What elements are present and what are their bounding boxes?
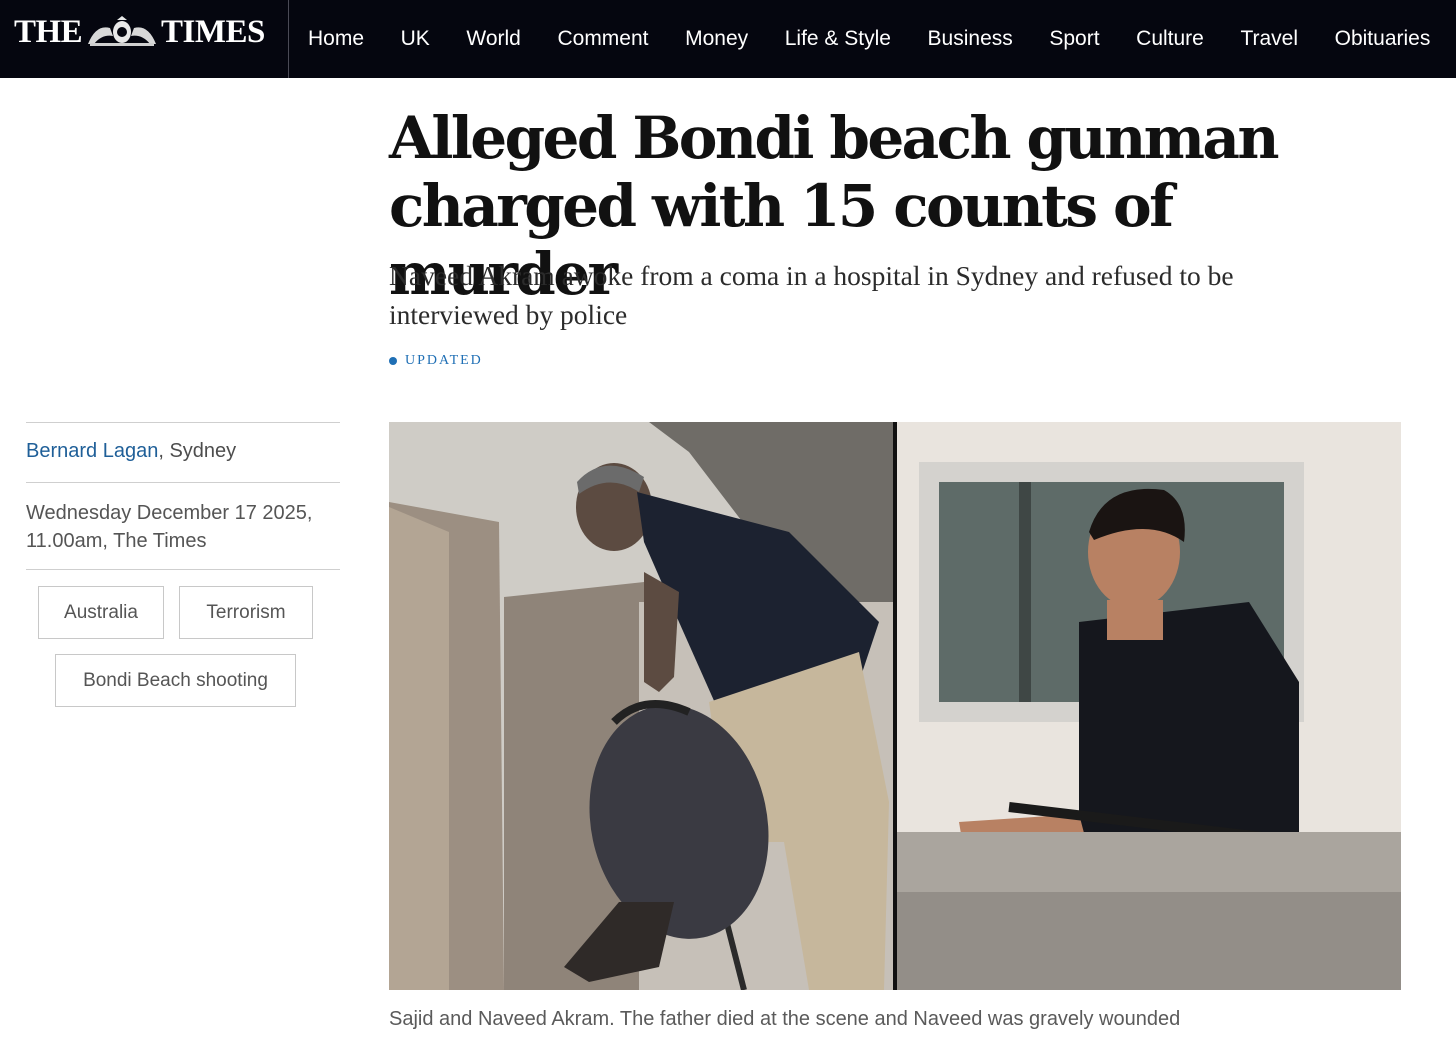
nav-item-life-style[interactable]: Life & Style	[785, 27, 891, 51]
right-panel-window-mullion	[1019, 482, 1031, 702]
article-standfirst: Naveed Akram awoke from a coma in a hosp…	[389, 260, 1234, 330]
logo-word-the: THE	[14, 14, 83, 50]
tag-terrorism[interactable]: Terrorism	[179, 586, 313, 639]
nav-item-money[interactable]: Money	[685, 27, 748, 51]
left-panel-pillar-front	[389, 507, 449, 990]
sidebar-divider	[26, 422, 340, 423]
publish-dateline: Wednesday December 17 2025, 11.00am, The…	[26, 502, 313, 552]
nav-item-world[interactable]: World	[466, 27, 520, 51]
royal-crest-icon	[88, 16, 156, 46]
sidebar-divider	[26, 569, 340, 570]
right-panel-parapet-top	[897, 832, 1401, 892]
byline: Bernard Lagan, Sydney	[26, 440, 236, 463]
lead-photo-illustration	[389, 422, 1401, 990]
updated-label: UPDATED	[405, 353, 483, 368]
nav-item-home[interactable]: Home	[308, 27, 364, 51]
author-link[interactable]: Bernard Lagan	[26, 440, 158, 462]
nav-item-sport[interactable]: Sport	[1049, 27, 1099, 51]
man-left-arm	[644, 572, 679, 692]
the-times-logo[interactable]: THE TIMES	[0, 0, 289, 78]
tag-bondi-beach-shooting[interactable]: Bondi Beach shooting	[55, 654, 296, 707]
nav-item-obituaries[interactable]: Obituaries	[1335, 27, 1431, 51]
nav-item-business[interactable]: Business	[928, 27, 1013, 51]
photo-divider	[893, 422, 897, 990]
nav-item-comment[interactable]: Comment	[557, 27, 648, 51]
nav-item-uk[interactable]: UK	[401, 27, 430, 51]
man-right-neck	[1107, 600, 1163, 640]
photo-caption: Sajid and Naveed Akram. The father died …	[389, 1008, 1181, 1030]
byline-location: , Sydney	[158, 440, 237, 462]
updated-indicator: UPDATED	[389, 351, 483, 371]
lead-photo[interactable]	[389, 422, 1401, 990]
logo-word-times: TIMES	[161, 14, 265, 50]
section-nav: Home UK World Comment Money Life & Style…	[290, 0, 1449, 78]
right-panel-parapet	[897, 892, 1401, 990]
updated-dot-icon	[389, 357, 397, 365]
nav-item-culture[interactable]: Culture	[1136, 27, 1204, 51]
sidebar-divider	[26, 482, 340, 483]
top-nav-bar: THE TIMES Home UK World Comment Money Li…	[0, 0, 1456, 78]
nav-item-travel[interactable]: Travel	[1240, 27, 1298, 51]
tag-australia[interactable]: Australia	[38, 586, 164, 639]
